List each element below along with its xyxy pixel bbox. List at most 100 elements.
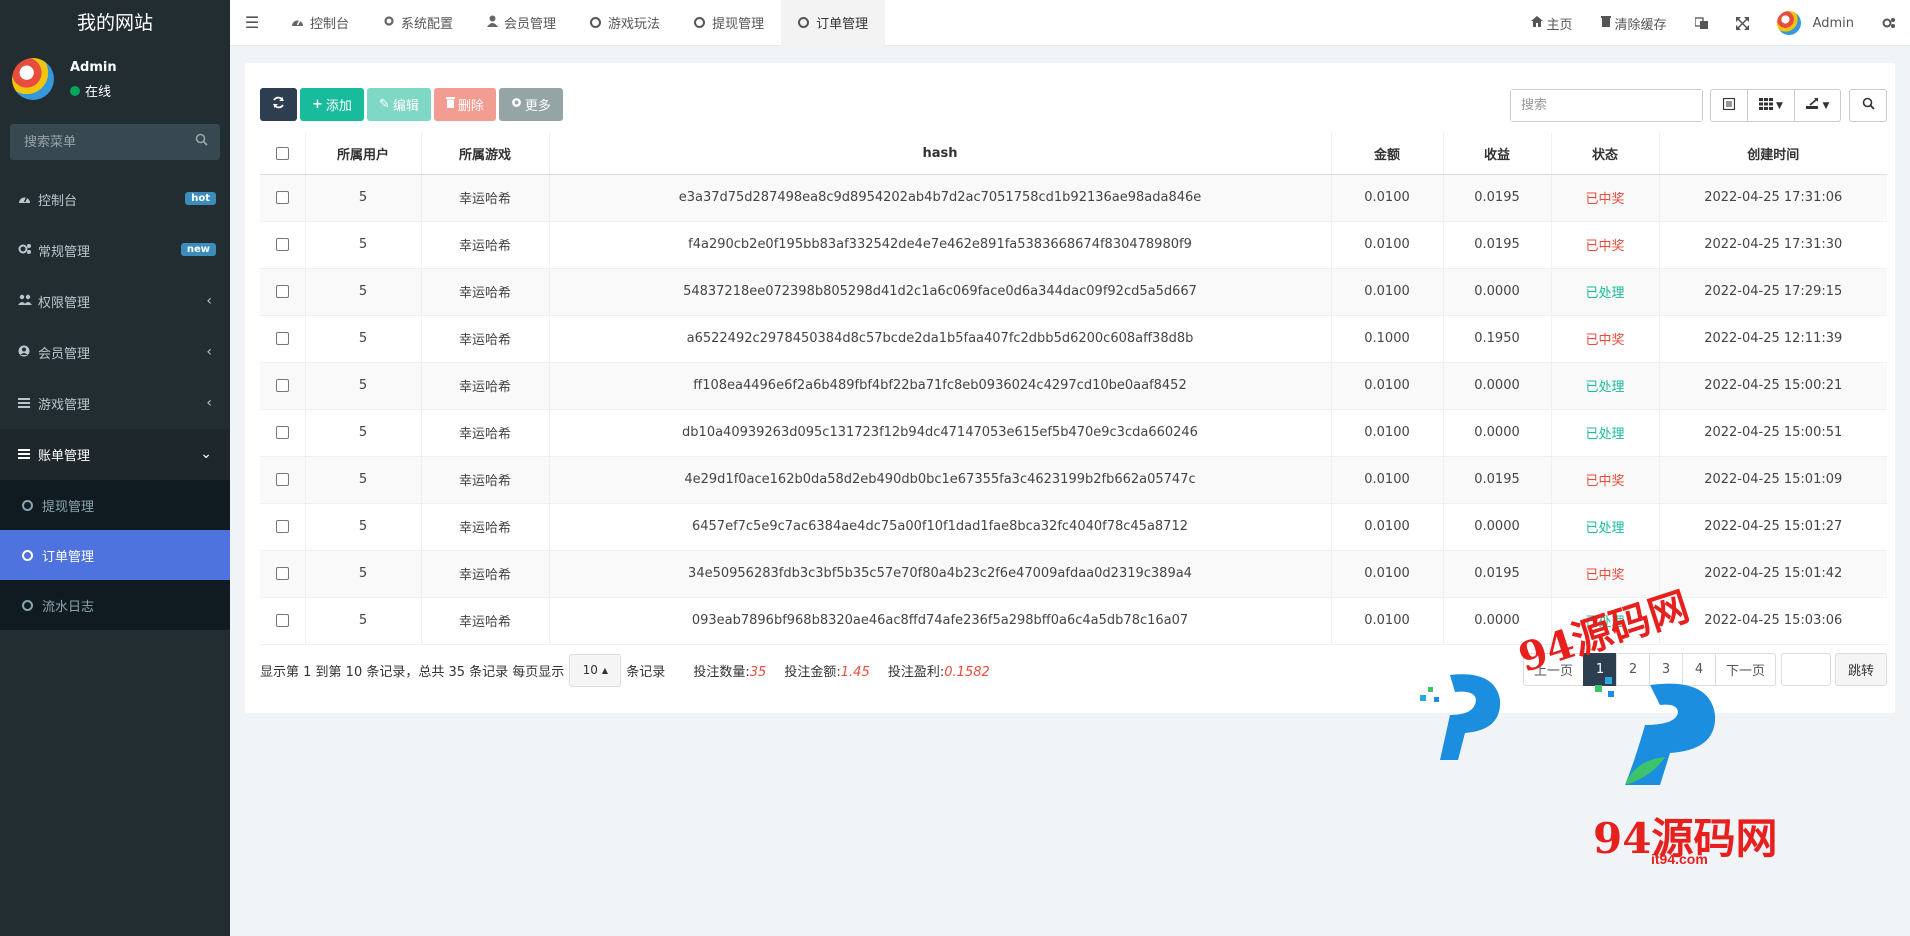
table-row[interactable]: 5 幸运哈希 093eab7896bf968b8320ae46ac8ffd74afe… (260, 597, 1887, 645)
prev-page-button[interactable]: 上一页 (1522, 653, 1584, 686)
row-checkbox[interactable] (275, 285, 289, 298)
profit-cell: 0.0000 (1442, 597, 1551, 645)
tab-game-rules[interactable]: 游戏玩法 (573, 0, 677, 46)
status-cell: 已处理 (1550, 503, 1659, 551)
profit-cell: 0.0195 (1442, 174, 1551, 222)
table-row[interactable]: 5 幸运哈希 34e50956283fdb3c3bf5b35c57e70f80a4b… (260, 550, 1887, 598)
amount-cell: 0.0100 (1330, 409, 1443, 457)
hash-cell: a6522492c2978450384d8c57bcde2da1b5faa407… (548, 315, 1331, 363)
sidebar-item-games[interactable]: 游戏管理 ‹ (0, 378, 230, 429)
row-checkbox[interactable] (275, 426, 289, 439)
sidebar-item-dashboard[interactable]: 控制台 hot (0, 174, 230, 225)
tab-members[interactable]: 会员管理 (470, 0, 573, 46)
language-icon[interactable] (1681, 16, 1722, 30)
site-title[interactable]: 我的网站 (0, 0, 230, 46)
table-row[interactable]: 5 幸运哈希 f4a290cb2e0f195bb83af332542de4e7e46… (260, 221, 1887, 269)
game-cell: 幸运哈希 (420, 503, 549, 551)
fullscreen-icon[interactable] (1722, 16, 1763, 30)
list-icon (18, 397, 38, 411)
row-checkbox[interactable] (275, 473, 289, 486)
page-button[interactable]: 1 (1582, 653, 1617, 686)
column-header[interactable]: hash (548, 133, 1331, 175)
column-header[interactable]: 状态 (1550, 133, 1659, 175)
tab-label: 提现管理 (712, 17, 765, 32)
sidebar-item-permissions[interactable]: 权限管理 ‹ (0, 276, 230, 327)
table-row[interactable]: 5 幸运哈希 e3a37d75d287498ea8c9d8954202ab4b7d2… (260, 174, 1887, 222)
menu-toggle-icon[interactable]: ☰ (230, 13, 274, 32)
search-icon[interactable] (195, 133, 208, 150)
column-header[interactable]: 所属用户 (304, 133, 421, 175)
refresh-button[interactable] (260, 88, 297, 121)
user-cell: 5 (304, 315, 421, 363)
page-size-select[interactable]: 10 ▲ (569, 653, 622, 687)
tab-system-config[interactable]: 系统配置 (366, 0, 470, 46)
sidebar-item-orders[interactable]: 订单管理 (0, 530, 230, 580)
chevron-left-icon: ‹ (206, 293, 212, 309)
column-header[interactable]: 所属游戏 (420, 133, 549, 175)
next-page-button[interactable]: 下一页 (1714, 653, 1776, 686)
more-button[interactable]: 更多 (498, 88, 563, 121)
sidebar-item-billing[interactable]: 账单管理 ⌄ (0, 429, 230, 480)
table-row[interactable]: 5 幸运哈希 4e29d1f0ace162b0da58d2eb490db0bc1e6… (260, 456, 1887, 504)
advanced-search-button[interactable] (1849, 89, 1887, 122)
sidebar-item-members[interactable]: 会员管理 ‹ (0, 327, 230, 378)
chevron-down-icon: ⌄ (200, 446, 212, 462)
row-checkbox[interactable] (275, 567, 289, 580)
home-link[interactable]: 主页 (1517, 14, 1587, 33)
row-checkbox[interactable] (275, 614, 289, 627)
cog-icon (511, 97, 522, 112)
table-row[interactable]: 5 幸运哈希 db10a40939263d095c131723f12b94dc471… (260, 409, 1887, 457)
home-label: 主页 (1546, 17, 1573, 33)
row-select-cell (260, 550, 305, 598)
tab-orders[interactable]: 订单管理 (781, 0, 886, 46)
sidebar-search-input[interactable] (10, 124, 220, 160)
row-checkbox[interactable] (275, 332, 289, 345)
caret-down-icon: ▼ (1822, 100, 1830, 111)
tab-withdrawals[interactable]: 提现管理 (677, 0, 781, 46)
cogs-icon[interactable] (1868, 17, 1910, 29)
sidebar-item-label: 账单管理 (38, 449, 91, 464)
export-button[interactable]: ▼ (1795, 89, 1841, 122)
page-button[interactable]: 2 (1615, 653, 1650, 686)
delete-button[interactable]: 删除 (433, 88, 496, 121)
page-button[interactable]: 3 (1648, 653, 1683, 686)
table-search-input[interactable] (1511, 90, 1702, 121)
bet-stats: 投注数量:35 投注金额:1.45 投注盈利:0.1582 (693, 661, 1003, 680)
game-cell: 幸运哈希 (420, 362, 549, 410)
columns-button[interactable]: ▼ (1748, 89, 1795, 122)
tab-dashboard[interactable]: 控制台 (274, 0, 366, 46)
table-row[interactable]: 5 幸运哈希 54837218ee072398b805298d41d2c1a6c06… (260, 268, 1887, 316)
select-all-checkbox[interactable] (275, 146, 289, 160)
column-header[interactable]: 收益 (1442, 133, 1551, 175)
jump-page-input[interactable] (1780, 653, 1831, 686)
records-suffix: 条记录 (626, 664, 666, 680)
circle-icon (798, 17, 810, 28)
sidebar-item-withdrawals[interactable]: 提现管理 (0, 480, 230, 530)
add-button[interactable]: + 添加 (300, 88, 364, 121)
user-menu[interactable]: Admin (1763, 11, 1868, 35)
page-button[interactable]: 4 (1681, 653, 1716, 686)
user-cell: 5 (304, 174, 421, 222)
row-select-cell (260, 456, 305, 504)
row-checkbox[interactable] (275, 238, 289, 251)
row-select-cell (260, 409, 305, 457)
sidebar-item-general[interactable]: 常规管理 new (0, 225, 230, 276)
table-row[interactable]: 5 幸运哈希 6457ef7c5e9c7ac6384ae4dc75a00f10f1d… (260, 503, 1887, 551)
table-row[interactable]: 5 幸运哈希 ff108ea4496e6f2a6b489fbf4bf22ba71fc… (260, 362, 1887, 410)
created-cell: 2022-04-25 15:03:06 (1658, 597, 1887, 645)
row-checkbox[interactable] (275, 379, 289, 392)
hash-cell: 4e29d1f0ace162b0da58d2eb490db0bc1e67355f… (548, 456, 1331, 504)
row-checkbox[interactable] (275, 191, 289, 204)
row-checkbox[interactable] (275, 520, 289, 533)
jump-button[interactable]: 跳转 (1834, 653, 1887, 686)
clear-cache-button[interactable]: 清除缓存 (1587, 14, 1681, 33)
column-header[interactable]: 创建时间 (1658, 133, 1887, 175)
edit-button[interactable]: ✎ 编辑 (366, 88, 431, 121)
user-cell: 5 (304, 597, 421, 645)
toggle-view-button[interactable] (1710, 89, 1748, 122)
sidebar-item-flow-log[interactable]: 流水日志 (0, 580, 230, 630)
table-row[interactable]: 5 幸运哈希 a6522492c2978450384d8c57bcde2da1b5f… (260, 315, 1887, 363)
circle-icon (22, 499, 33, 511)
column-header[interactable]: 金额 (1330, 133, 1443, 175)
user-cell: 5 (304, 503, 421, 551)
